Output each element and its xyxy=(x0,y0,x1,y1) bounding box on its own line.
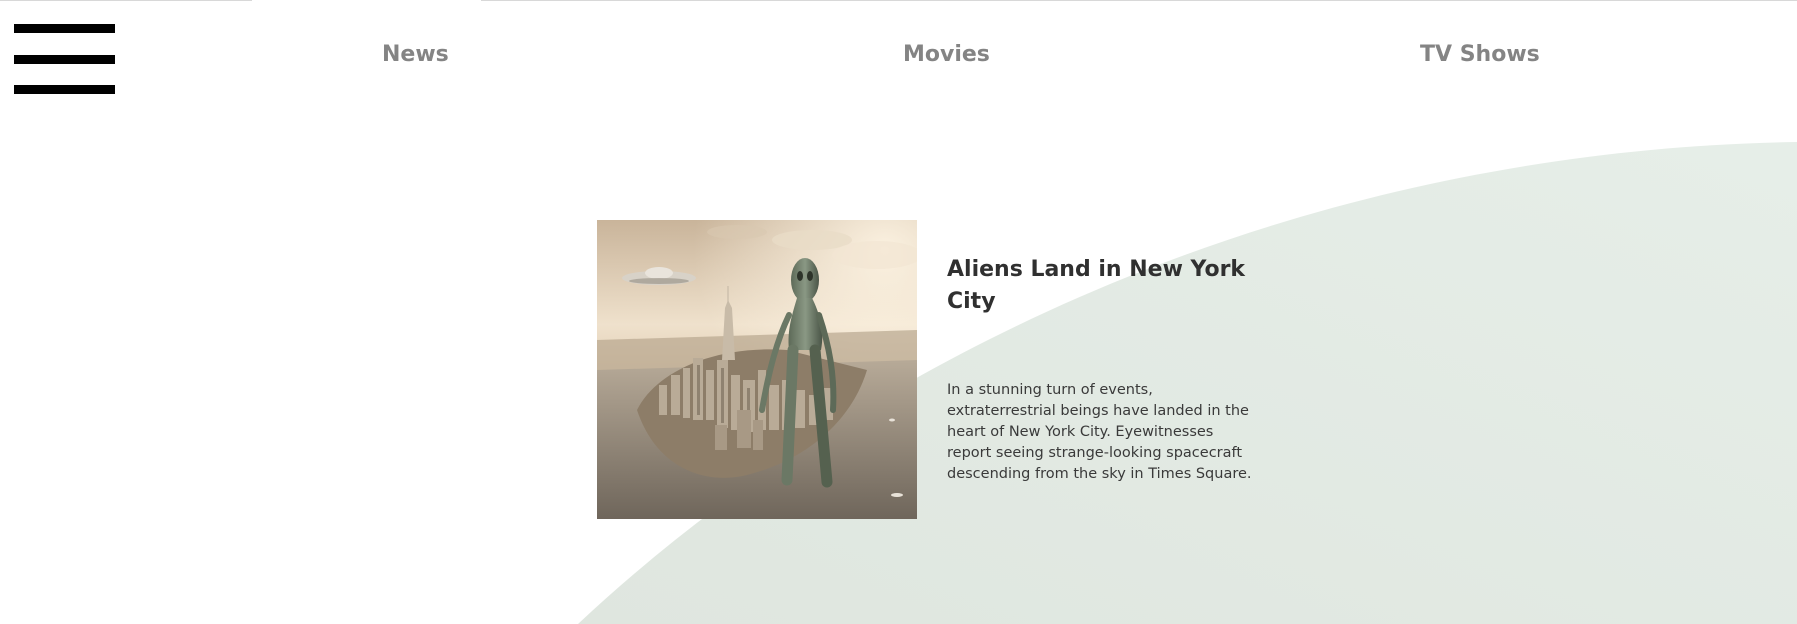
article-summary: In a stunning turn of events, extraterre… xyxy=(947,382,1252,482)
menu-bar-bottom xyxy=(14,85,115,94)
article-title[interactable]: Aliens Land in New York City xyxy=(947,254,1247,318)
menu-bar-middle xyxy=(14,55,115,64)
top-border-left xyxy=(0,0,252,1)
menu-bar-top xyxy=(14,24,115,33)
nav-link-movies[interactable]: Movies xyxy=(903,42,990,67)
nav-link-news[interactable]: News xyxy=(382,42,449,67)
top-border-right xyxy=(481,0,1797,1)
article-image[interactable] xyxy=(597,220,917,519)
nav-link-tv-shows[interactable]: TV Shows xyxy=(1420,42,1540,67)
hamburger-menu-icon[interactable] xyxy=(14,24,115,97)
alien-city-illustration xyxy=(597,220,917,519)
article-card: Aliens Land in New York City In a stunni… xyxy=(597,220,1257,520)
